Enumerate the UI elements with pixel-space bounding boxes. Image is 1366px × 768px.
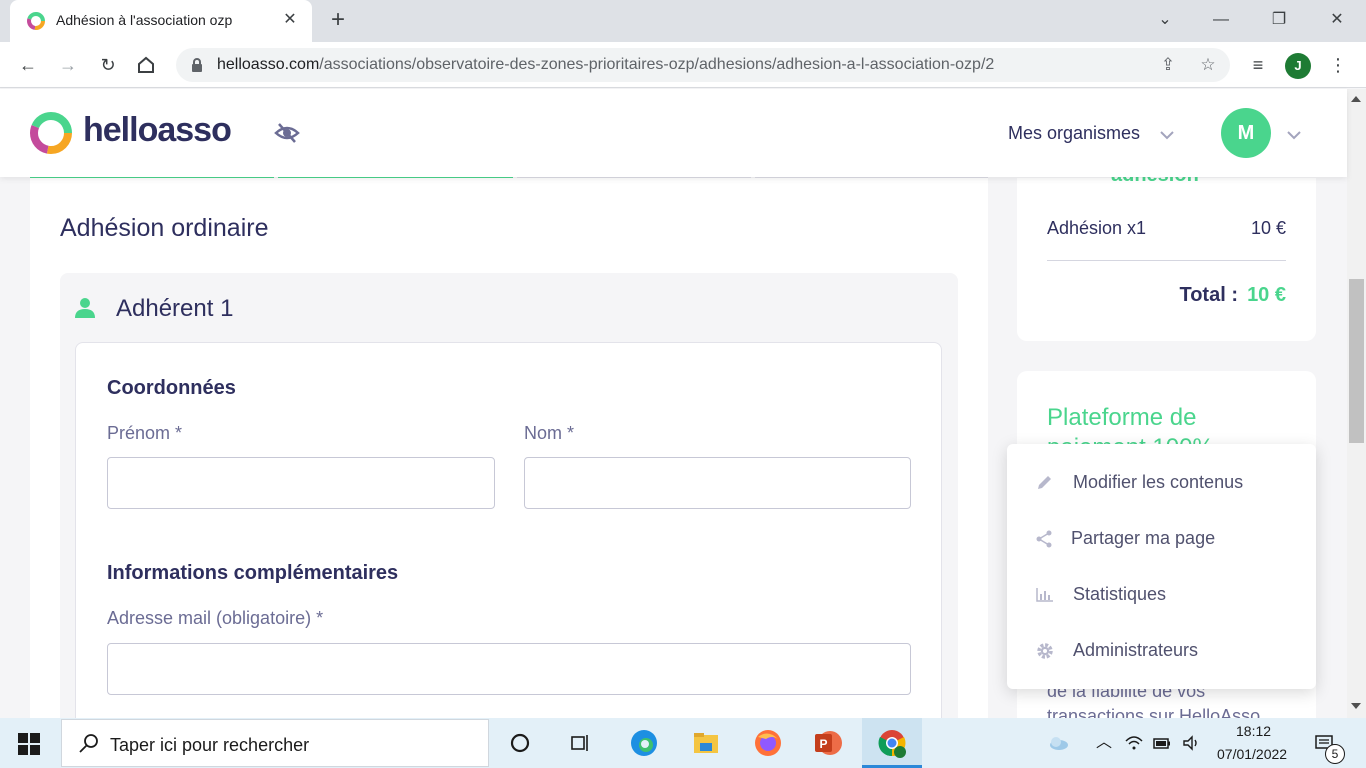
- person-icon: [75, 298, 95, 318]
- menu-item-label: Modifier les contenus: [1073, 472, 1244, 492]
- mes-organismes-menu[interactable]: Mes organismes: [1008, 123, 1140, 144]
- browser-toolbar: ← → ↻ helloasso.com/associations/observa…: [0, 42, 1366, 88]
- kebab-menu-icon[interactable]: ⋮: [1326, 53, 1350, 77]
- home-icon[interactable]: [135, 54, 157, 76]
- search-placeholder: Taper ici pour rechercher: [110, 735, 310, 755]
- helloasso-favicon-icon: [27, 12, 45, 30]
- chrome-icon: [878, 730, 906, 758]
- wifi-icon[interactable]: [1124, 733, 1144, 753]
- powerpoint-icon[interactable]: P: [810, 725, 846, 761]
- minimize-icon[interactable]: —: [1208, 8, 1234, 32]
- url-text: helloasso.com/associations/observatoire-…: [217, 56, 994, 74]
- prenom-label: Prénom *: [107, 423, 183, 443]
- helloasso-logo-icon[interactable]: [28, 110, 74, 156]
- file-explorer-icon[interactable]: [688, 725, 724, 761]
- prenom-input[interactable]: [107, 457, 495, 509]
- summary-divider: [1047, 260, 1286, 261]
- taskbar-chrome-active[interactable]: [862, 718, 922, 768]
- browser-tab-bar: Adhésion à l'association ozp ✕ + ⌄ — ❐ ✕: [0, 0, 1366, 42]
- taskbar-search-box[interactable]: Taper ici pour rechercher: [61, 719, 489, 767]
- tab-close-icon[interactable]: ✕: [280, 10, 300, 30]
- new-tab-button[interactable]: +: [326, 8, 350, 33]
- svg-text:P: P: [819, 737, 827, 751]
- windows-start-icon[interactable]: [18, 733, 40, 755]
- coordonnees-heading: Coordonnées: [107, 377, 236, 399]
- informations-heading: Informations complémentaires: [107, 562, 399, 584]
- tab-search-chevron-icon[interactable]: ⌄: [1152, 8, 1178, 32]
- email-input[interactable]: [107, 643, 911, 695]
- clock-date[interactable]: 07/01/2022: [1217, 746, 1287, 762]
- adherent-details-card: Coordonnées Prénom * Nom * Informations …: [75, 342, 942, 762]
- back-arrow-icon[interactable]: ←: [16, 53, 40, 77]
- menu-item-label: Administrateurs: [1073, 640, 1199, 660]
- nom-input[interactable]: [524, 457, 911, 509]
- site-header: helloasso Mes organismes M: [0, 89, 1347, 177]
- url-host: helloasso.com: [217, 56, 320, 73]
- pencil-icon: [1038, 476, 1051, 489]
- scroll-down-arrow-icon[interactable]: [1351, 703, 1361, 709]
- page-scrollbar[interactable]: [1347, 89, 1366, 718]
- user-menu-chevron-down-icon[interactable]: [1286, 130, 1302, 140]
- order-summary-card: adhésion Adhésion x1 10 € Total : 10 €: [1017, 164, 1316, 341]
- windows-taskbar: Taper ici pour rechercher P ︿ 18:12 07/0…: [0, 718, 1366, 768]
- search-icon: [79, 734, 98, 753]
- cortana-icon[interactable]: [502, 725, 538, 761]
- lock-icon: [192, 58, 202, 72]
- adherent-panel: Adhérent 1 Coordonnées Prénom * Nom * In…: [60, 273, 958, 762]
- volume-icon[interactable]: [1181, 733, 1201, 753]
- tab-title: Adhésion à l'association ozp: [56, 12, 233, 28]
- battery-icon[interactable]: [1152, 733, 1172, 753]
- gear-icon: [1037, 643, 1053, 659]
- address-bar[interactable]: helloasso.com/associations/observatoire-…: [176, 48, 1230, 82]
- adherent-title: Adhérent 1: [116, 295, 234, 322]
- reload-icon[interactable]: ↻: [96, 53, 120, 77]
- total-value: 10 €: [1247, 284, 1286, 306]
- user-avatar[interactable]: M: [1221, 108, 1271, 158]
- summary-line-price: 10 €: [1250, 218, 1286, 238]
- firefox-icon[interactable]: [750, 725, 786, 761]
- menu-item-modifier-contenus[interactable]: Modifier les contenus: [1007, 454, 1316, 510]
- summary-line-label: Adhésion x1: [1047, 218, 1147, 238]
- url-path: /associations/observatoire-des-zones-pri…: [319, 56, 995, 73]
- menu-item-label: Partager ma page: [1071, 528, 1216, 548]
- admin-dropdown-menu: Modifier les contenus Partager ma page S…: [1007, 444, 1316, 689]
- forward-arrow-icon[interactable]: →: [56, 53, 80, 77]
- browser-tab-active[interactable]: Adhésion à l'association ozp ✕: [10, 0, 312, 42]
- menu-item-partager-page[interactable]: Partager ma page: [1007, 510, 1316, 566]
- nom-label: Nom *: [524, 423, 575, 443]
- share-page-icon[interactable]: ⇪: [1158, 55, 1178, 75]
- menu-item-administrateurs[interactable]: Administrateurs: [1007, 622, 1316, 678]
- edge-browser-icon[interactable]: [626, 725, 662, 761]
- chevron-down-icon[interactable]: [1159, 130, 1175, 140]
- eye-slash-icon[interactable]: [274, 121, 300, 145]
- task-view-icon[interactable]: [562, 725, 598, 761]
- share-icon: [1036, 530, 1052, 548]
- scroll-up-arrow-icon[interactable]: [1351, 96, 1361, 102]
- clock-time[interactable]: 18:12: [1236, 723, 1271, 739]
- menu-item-label: Statistiques: [1073, 584, 1167, 604]
- weather-icon[interactable]: [1047, 733, 1071, 753]
- scroll-thumb[interactable]: [1349, 279, 1364, 443]
- notification-count-badge: 5: [1325, 744, 1345, 764]
- menu-item-statistiques[interactable]: Statistiques: [1007, 566, 1316, 622]
- logo-text[interactable]: helloasso: [83, 111, 232, 150]
- show-hidden-icons-chevron-icon[interactable]: ︿: [1094, 733, 1114, 753]
- bookmark-star-icon[interactable]: ☆: [1198, 55, 1218, 75]
- restore-icon[interactable]: ❐: [1266, 8, 1292, 32]
- membership-form-card: Adhésion ordinaire Adhérent 1 Coordonnée…: [30, 178, 988, 762]
- section-title: Adhésion ordinaire: [60, 214, 269, 242]
- media-queue-icon[interactable]: ≡: [1246, 53, 1270, 77]
- close-window-icon[interactable]: ✕: [1324, 8, 1350, 32]
- email-label: Adresse mail (obligatoire) *: [107, 608, 324, 628]
- stats-icon: [1036, 588, 1053, 602]
- browser-profile-avatar[interactable]: J: [1285, 53, 1311, 79]
- total-label: Total :: [1179, 284, 1238, 306]
